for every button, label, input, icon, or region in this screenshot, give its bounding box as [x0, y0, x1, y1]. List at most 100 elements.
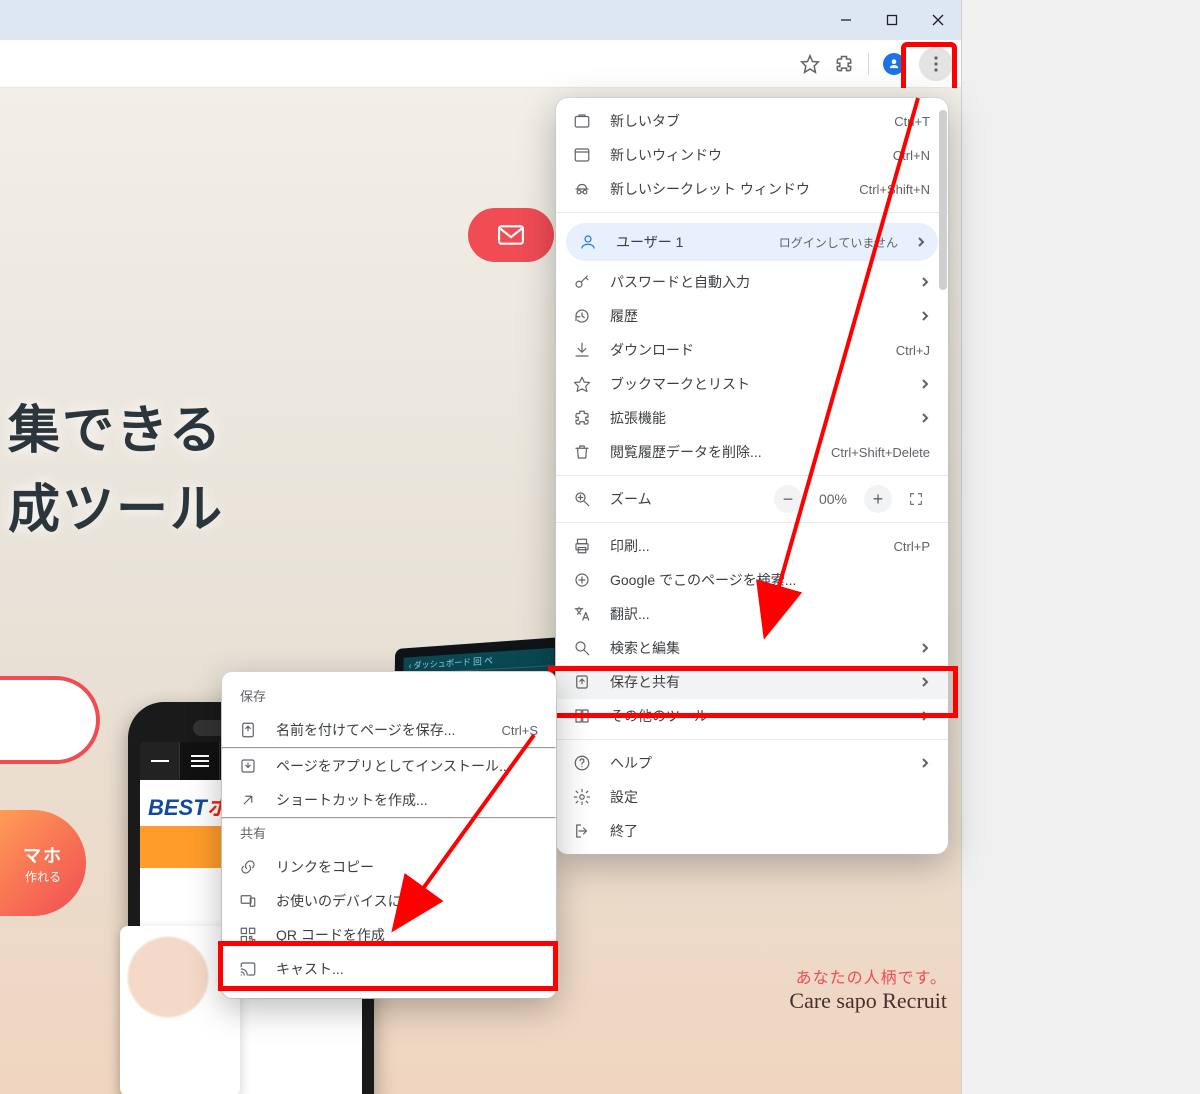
menu-item-incognito[interactable]: 新しいシークレット ウィンドウ Ctrl+Shift+N: [556, 172, 948, 206]
user-icon: [578, 232, 598, 252]
menu-label: ブックマークとリスト: [610, 374, 902, 394]
menu-item-extensions[interactable]: 拡張機能: [556, 401, 948, 435]
menu-label: ズーム: [610, 489, 756, 509]
menu-label: その他のツール: [610, 706, 902, 726]
menu-label: 新しいウィンドウ: [610, 145, 875, 165]
menu-label: パスワードと自動入力: [610, 272, 902, 292]
bookmark-star-icon[interactable]: [800, 54, 820, 74]
hero-line1: 集できる: [8, 402, 223, 460]
new-tab-icon: [572, 111, 592, 131]
recruit-jp: あなたの人柄です。: [789, 964, 947, 988]
recruit-block: あなたの人柄です。 Care sapo Recruit: [789, 964, 947, 1014]
star-icon: [572, 374, 592, 394]
chevron-right-icon: [920, 376, 930, 392]
submenu-heading-save: 保存: [222, 682, 556, 713]
qr-icon: [238, 925, 258, 945]
smapho-badge[interactable]: マホ 作れる: [0, 810, 86, 916]
fullscreen-button[interactable]: [902, 485, 930, 513]
recruit-en: Care sapo Recruit: [789, 988, 947, 1014]
smapho-main: マホ: [23, 842, 63, 868]
save-page-icon: [238, 720, 258, 740]
menu-label: 新しいタブ: [610, 111, 876, 131]
menu-label: 終了: [610, 821, 930, 841]
chevron-right-icon: [920, 708, 930, 724]
menu-label: 翻訳...: [610, 604, 930, 624]
zoom-out-button[interactable]: −: [774, 485, 802, 513]
download-icon: [572, 340, 592, 360]
menu-label: ダウンロード: [610, 340, 878, 360]
history-icon: [572, 306, 592, 326]
menu-item-google-search[interactable]: Google でこのページを検索...: [556, 563, 948, 597]
menu-item-clear-data[interactable]: 閲覧履歴データを削除... Ctrl+Shift+Delete: [556, 435, 948, 469]
window-close-button[interactable]: [915, 0, 961, 40]
login-status: ログインしていません: [779, 234, 898, 251]
zoom-in-button[interactable]: +: [864, 485, 892, 513]
window-minimize-button[interactable]: [823, 0, 869, 40]
menu-item-new-tab[interactable]: 新しいタブ Ctrl+T: [556, 104, 948, 138]
menu-item-more-tools[interactable]: その他のツール: [556, 699, 948, 733]
menu-label: キャスト...: [276, 959, 538, 979]
devices-icon: [238, 891, 258, 911]
print-icon: [572, 536, 592, 556]
menu-shortcut: Ctrl+J: [896, 343, 930, 358]
shortcut-icon: [238, 790, 258, 810]
contact-mail-button[interactable]: [468, 208, 554, 262]
browser-toolbar: [0, 40, 961, 88]
extensions-icon[interactable]: [834, 54, 854, 74]
menu-item-exit[interactable]: 終了: [556, 814, 948, 848]
menu-item-history[interactable]: 履歴: [556, 299, 948, 333]
menu-item-new-window[interactable]: 新しいウィンドウ Ctrl+N: [556, 138, 948, 172]
menu-item-translate[interactable]: 翻訳...: [556, 597, 948, 631]
menu-label: ショートカットを作成...: [276, 790, 538, 810]
save-share-submenu: 保存 名前を付けてページを保存... Ctrl+S ページをアプリとしてインスト…: [222, 672, 556, 998]
menu-item-user[interactable]: ユーザー 1 ログインしていません: [566, 223, 938, 261]
chevron-right-icon: [920, 640, 930, 656]
submenu-item-send-devices[interactable]: お使いのデバイスに送信: [222, 884, 556, 918]
submenu-item-install-app[interactable]: ページをアプリとしてインストール...: [222, 749, 556, 783]
menu-item-help[interactable]: ヘルプ: [556, 746, 948, 780]
hero-pill-outline: [0, 676, 100, 764]
menu-shortcut: Ctrl+P: [894, 539, 930, 554]
menu-shortcut: Ctrl+S: [502, 723, 538, 738]
menu-item-settings[interactable]: 設定: [556, 780, 948, 814]
menu-label: 新しいシークレット ウィンドウ: [610, 179, 841, 199]
menu-item-bookmarks[interactable]: ブックマークとリスト: [556, 367, 948, 401]
menu-shortcut: Ctrl+N: [893, 148, 930, 163]
menu-scrollbar[interactable]: [938, 104, 948, 848]
help-icon: [572, 753, 592, 773]
save-share-icon: [572, 672, 592, 692]
menu-label: リンクをコピー: [276, 857, 538, 877]
submenu-heading-share: 共有: [222, 819, 556, 850]
chevron-right-icon: [916, 234, 926, 250]
profile-avatar-icon[interactable]: [883, 53, 905, 75]
translate-icon: [572, 604, 592, 624]
submenu-item-qr[interactable]: QR コードを作成: [222, 918, 556, 952]
menu-item-save-share[interactable]: 保存と共有: [556, 665, 948, 699]
toolbar-separator: [868, 53, 869, 75]
app-menu-button[interactable]: [919, 47, 953, 81]
menu-label: 保存と共有: [610, 672, 902, 692]
menu-item-zoom: ズーム − 00% +: [556, 482, 948, 516]
submenu-item-cast[interactable]: キャスト...: [222, 952, 556, 986]
chevron-right-icon: [920, 674, 930, 690]
chevron-right-icon: [920, 755, 930, 771]
submenu-item-save-as[interactable]: 名前を付けてページを保存... Ctrl+S: [222, 713, 556, 747]
menu-item-print[interactable]: 印刷... Ctrl+P: [556, 529, 948, 563]
phone-nav-back: [140, 742, 180, 780]
window-maximize-button[interactable]: [869, 0, 915, 40]
chevron-right-icon: [920, 274, 930, 290]
menu-label: 履歴: [610, 306, 902, 326]
menu-label: Google でこのページを検索...: [610, 570, 930, 590]
submenu-item-shortcut[interactable]: ショートカットを作成...: [222, 783, 556, 817]
menu-item-find[interactable]: 検索と編集: [556, 631, 948, 665]
chevron-right-icon: [920, 410, 930, 426]
install-app-icon: [238, 756, 258, 776]
submenu-item-copy-link[interactable]: リンクをコピー: [222, 850, 556, 884]
link-icon: [238, 857, 258, 877]
menu-label: QR コードを作成: [276, 925, 538, 945]
menu-shortcut: Ctrl+Shift+Delete: [831, 445, 930, 460]
menu-label: 閲覧履歴データを削除...: [610, 442, 813, 462]
new-window-icon: [572, 145, 592, 165]
menu-item-downloads[interactable]: ダウンロード Ctrl+J: [556, 333, 948, 367]
menu-item-passwords[interactable]: パスワードと自動入力: [556, 265, 948, 299]
